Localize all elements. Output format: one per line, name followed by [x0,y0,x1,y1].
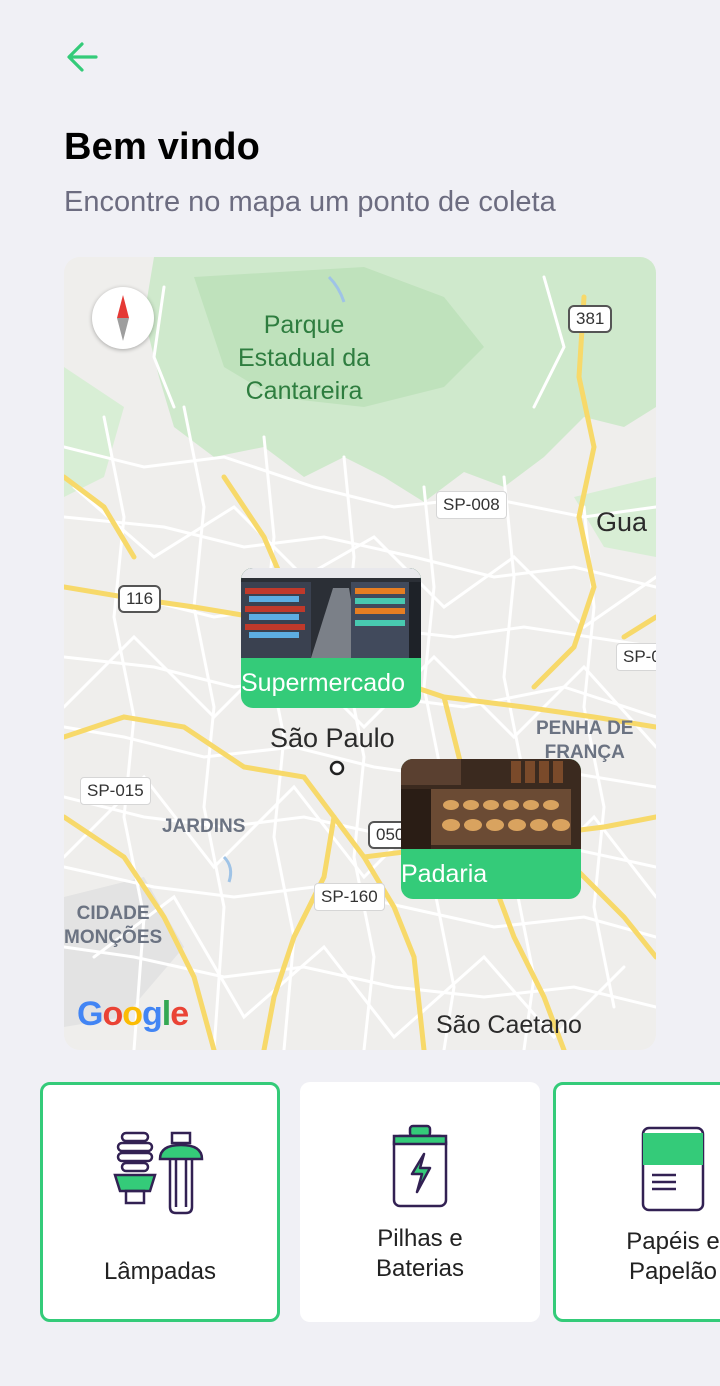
compass-icon [117,295,129,341]
map-marker-supermercado[interactable]: Supermercado [241,568,421,708]
map-road-sp008: SP-008 [436,491,507,519]
battery-icon [392,1124,448,1208]
arrow-left-icon [67,42,98,72]
item-label: Pilhas e Baterias [375,1225,465,1282]
map-label-park: Parque Estadual da Cantareira [237,311,371,405]
map-label-sao-paulo: São Paulo [270,723,395,753]
map-road-sp160: SP-160 [314,883,385,911]
google-logo: Google [77,995,189,1033]
map-label-cidade-moncoes: CIDADE MONÇÕES [64,903,163,948]
map-label-sao-caetano: São Caetano [436,1011,582,1039]
bakery-photo [401,759,581,849]
map-road-sp015: SP-015 [80,777,151,805]
item-label: Papéis e Papelão [626,1228,720,1285]
supermarket-photo [241,568,421,658]
map-marker-padaria[interactable]: Padaria [401,759,581,899]
map-shield-381: 381 [568,305,613,333]
map-label-jardins: JARDINS [162,816,246,837]
map-shield-116: 116 [118,585,162,613]
lamps-icon [113,1131,204,1215]
map-label-gua: Gua [596,507,648,537]
page-subtitle: Encontre no mapa um ponto de coleta [64,186,556,218]
item-pilhas-baterias[interactable]: Pilhas e Baterias [300,1082,540,1322]
paper-icon [641,1126,705,1212]
marker-label-padaria: Padaria [401,860,488,888]
map-road-spc: SP-0 [616,643,656,671]
item-papeis-papelao[interactable]: Papéis e Papelão [553,1082,720,1322]
back-button[interactable] [60,36,108,80]
item-lampadas[interactable]: Lâmpadas [40,1082,280,1322]
map-view[interactable]: Parque Estadual da Cantareira 381 SP-008… [64,257,656,1050]
marker-label-supermercado: Supermercado [241,669,405,697]
item-label: Lâmpadas [103,1258,217,1285]
map-label-penha: PENHA DE FRANÇA [536,718,634,763]
compass-button[interactable] [92,287,154,349]
page-title: Bem vindo [64,126,261,168]
items-list: Lâmpadas Pilhas e Baterias Papéis e Pape… [40,1082,720,1322]
